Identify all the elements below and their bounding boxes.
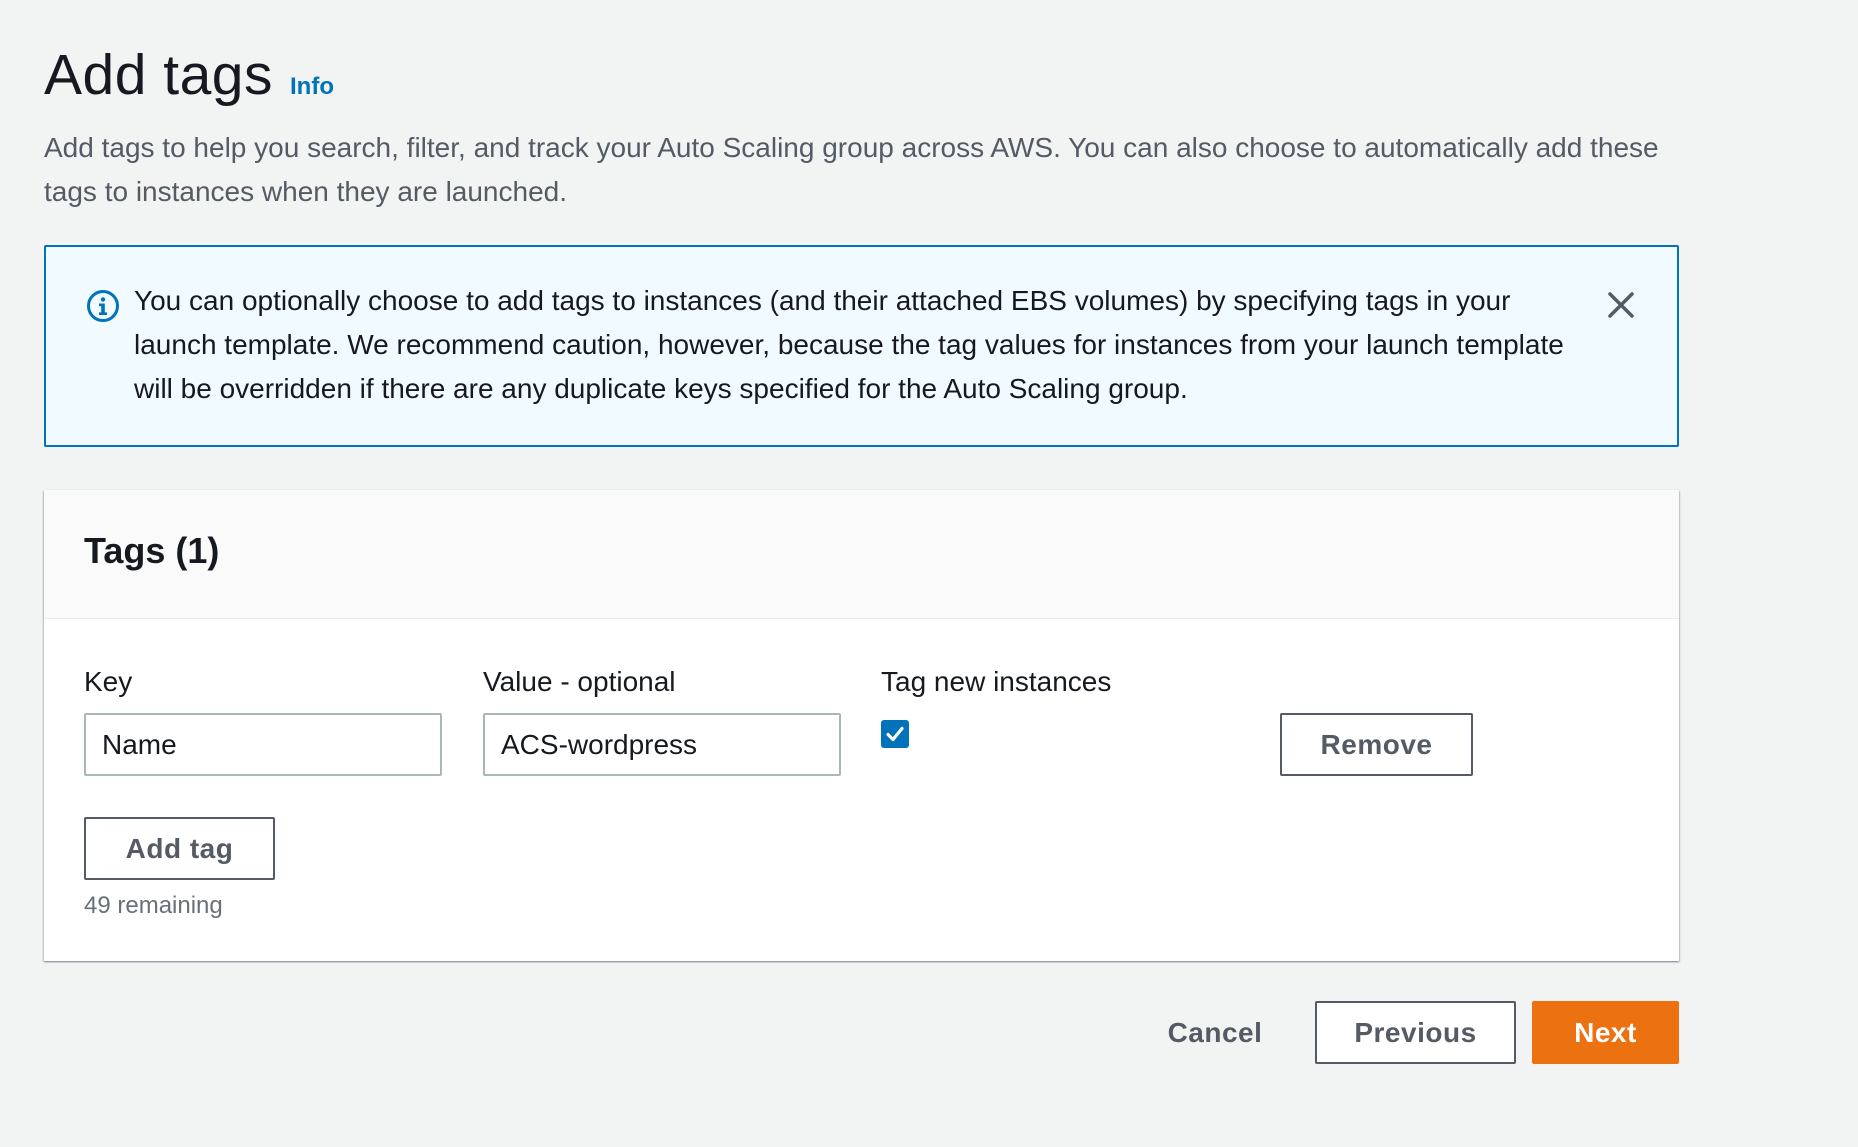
tag-new-instances-label: Tag new instances [881,666,1112,697]
remaining-count: 49 remaining [84,892,223,919]
info-link[interactable]: Info [290,73,334,101]
checkmark-icon [886,726,904,742]
add-tag-button[interactable]: Add tag [84,817,275,880]
tags-container-header: Tags (1) [44,490,1679,619]
value-label: Value - optional [483,666,676,697]
remove-tag-button[interactable]: Remove [1280,713,1473,776]
page-header: Add tags Info Add tags to help you searc… [44,40,1684,214]
tag-value-input[interactable] [483,713,841,776]
close-icon[interactable] [1603,287,1639,323]
alert-message: You can optionally choose to add tags to… [134,285,1564,404]
cancel-button[interactable]: Cancel [1160,1001,1270,1064]
page-description: Add tags to help you search, filter, and… [44,132,1659,207]
info-alert: You can optionally choose to add tags to… [44,245,1679,447]
add-tags-page: Add tags Info Add tags to help you searc… [0,0,1858,1147]
info-circle-icon [87,290,119,322]
tag-key-input[interactable] [84,713,442,776]
tags-title: Tags (1) [84,530,220,571]
next-button[interactable]: Next [1532,1001,1679,1064]
title-row: Add tags Info [44,40,1684,110]
page-title: Add tags [44,43,273,107]
previous-button[interactable]: Previous [1315,1001,1516,1064]
tags-container: Tags (1) Key Value - optional Tag new in… [44,490,1679,961]
key-label: Key [84,666,133,697]
tag-new-instances-checkbox[interactable] [881,720,909,748]
